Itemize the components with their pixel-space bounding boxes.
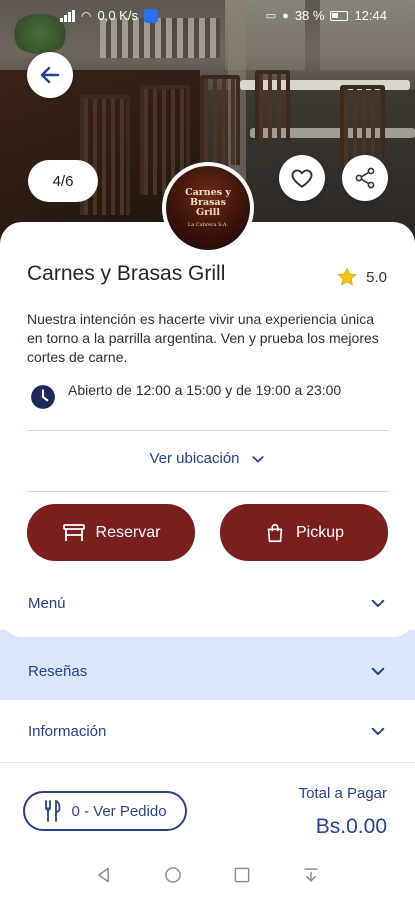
opening-hours: Abierto de 12:00 a 15:00 y de 19:00 a 23… [30, 380, 368, 410]
battery-icon [330, 10, 349, 21]
divider [27, 430, 389, 431]
view-location-button[interactable]: Ver ubicación [0, 450, 415, 467]
status-bar: ◠ 0,0 K/s ▭ ● 38 % 12:44 [0, 0, 415, 32]
hero-chair [255, 70, 290, 140]
back-arrow-icon [40, 66, 60, 84]
section-reviews[interactable]: Reseñas [0, 630, 415, 702]
section-info[interactable]: Información [0, 700, 415, 762]
nav-notifications-icon[interactable] [301, 865, 321, 885]
signal-icon [60, 9, 75, 22]
nav-recents-icon[interactable] [232, 865, 252, 885]
table-icon [62, 523, 85, 541]
logo-line1: Carnes y Brasas [185, 187, 231, 209]
chevron-down-icon [371, 599, 385, 607]
net-speed: 0,0 K/s [97, 8, 138, 23]
hero-chair [340, 85, 385, 165]
reserve-button[interactable]: Reservar [27, 504, 195, 561]
restaurant-logo: Carnes y Brasas Grill La Cabrera S.A. [162, 162, 254, 254]
battery-percent: 38 % [294, 8, 325, 23]
reserve-label: Reservar [95, 523, 161, 541]
favorite-button[interactable] [279, 155, 325, 201]
share-button[interactable] [342, 155, 388, 201]
status-left: ◠ 0,0 K/s [60, 8, 158, 23]
back-button[interactable] [27, 52, 73, 98]
vibrate-icon: ▭ [265, 10, 277, 22]
logo-line2: Grill [196, 206, 220, 218]
pickup-button[interactable]: Pickup [220, 504, 388, 561]
nav-back-icon[interactable] [94, 865, 114, 885]
share-icon [355, 167, 375, 189]
status-right: ▭ ● 38 % 12:44 [266, 8, 387, 23]
location-icon: ● [282, 9, 289, 22]
restaurant-description: Nuestra intención es hacerte vivir una e… [27, 311, 379, 365]
total-value: Bs.0.00 [315, 815, 387, 838]
shopping-bag-icon [267, 523, 283, 542]
system-nav-bar [0, 850, 415, 900]
section-reviews-label: Reseñas [28, 662, 88, 680]
restaurant-name: Carnes y Brasas Grill [27, 262, 226, 285]
app-notification-icon [143, 8, 158, 23]
hours-text: Abierto de 12:00 a 15:00 y de 19:00 a 23… [68, 382, 342, 398]
view-order-button[interactable]: 0 - Ver Pedido [23, 791, 187, 831]
clock-time: 12:44 [354, 8, 387, 23]
view-location-label: Ver ubicación [149, 450, 240, 467]
pickup-label: Pickup [295, 523, 345, 541]
chevron-down-icon [371, 727, 385, 735]
logo-line3: La Cabrera S.A. [187, 221, 229, 228]
divider [27, 491, 389, 492]
rating-value: 5.0 [366, 268, 387, 286]
nav-home-icon[interactable] [163, 865, 183, 885]
clock-icon [31, 385, 55, 409]
star-icon [337, 267, 357, 286]
total-label: Total a Pagar [298, 785, 387, 802]
section-info-label: Información [28, 722, 107, 740]
hero-chair [200, 75, 240, 165]
rating: 5.0 [336, 266, 387, 288]
chevron-down-icon [251, 455, 264, 463]
order-bar: 0 - Ver Pedido Total a Pagar Bs.0.00 [0, 762, 415, 850]
heart-icon [291, 169, 313, 188]
section-menu-label: Menú [28, 594, 66, 612]
section-menu[interactable]: Menú [0, 572, 415, 634]
view-order-label: 0 - Ver Pedido [71, 802, 167, 820]
photo-counter: 4/6 [28, 160, 98, 202]
logo-badge: Carnes y Brasas Grill La Cabrera S.A. [166, 166, 250, 250]
wifi-icon: ◠ [81, 8, 92, 23]
chevron-down-icon [371, 667, 385, 675]
cutlery-icon [45, 800, 61, 822]
